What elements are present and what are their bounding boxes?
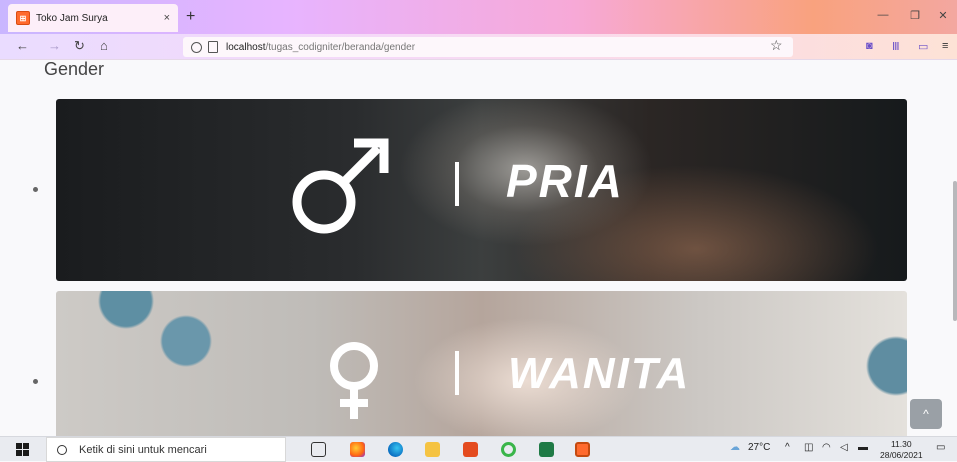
- site-favicon-icon: ⊞: [16, 11, 30, 25]
- menu-icon[interactable]: ≡: [942, 40, 948, 52]
- scroll-to-top-button[interactable]: ^: [910, 399, 942, 429]
- pocket-icon[interactable]: ◙: [866, 40, 873, 52]
- file-explorer-icon[interactable]: [425, 442, 440, 457]
- office-icon[interactable]: [463, 442, 478, 457]
- weather-temperature[interactable]: 27°C: [748, 442, 770, 453]
- battery-icon[interactable]: ▬: [858, 442, 868, 453]
- taskbar-search-field[interactable]: Ketik di sini untuk mencari: [46, 437, 286, 462]
- tab-close-button[interactable]: ×: [164, 12, 170, 24]
- back-arrow-icon[interactable]: ←: [16, 38, 29, 53]
- label-divider: [455, 162, 459, 206]
- url-path: /tugas_codigniter/beranda/gender: [265, 41, 416, 53]
- gender-card-pria[interactable]: PRIA: [56, 99, 907, 281]
- browser-tab-bar: ⊞ Toko Jam Surya × + — ❐ ✕: [0, 0, 957, 34]
- page-scrollbar[interactable]: [953, 181, 957, 321]
- male-symbol-icon: [292, 138, 389, 234]
- network-icon[interactable]: ◠: [822, 442, 831, 453]
- list-bullet: [33, 187, 38, 192]
- task-view-icon[interactable]: [311, 442, 326, 457]
- sidebar-icon[interactable]: ▭: [918, 40, 928, 53]
- address-bar[interactable]: localhost /tugas_codigniter/beranda/gend…: [183, 37, 793, 57]
- gender-label-wanita: WANITA: [508, 349, 691, 398]
- clock-time: 11.30: [890, 439, 912, 449]
- gender-card-wanita[interactable]: WANITA: [56, 291, 907, 436]
- label-divider: [455, 351, 459, 395]
- gender-label-pria: PRIA: [506, 155, 624, 207]
- tab-title: Toko Jam Surya: [36, 12, 108, 24]
- female-symbol-icon: [330, 342, 378, 419]
- close-window-button[interactable]: ✕: [926, 0, 957, 30]
- volume-icon[interactable]: ◁: [840, 442, 848, 453]
- page-content: Gender PRIA WANITA ^: [0, 61, 957, 436]
- windows-taskbar: Ketik di sini untuk mencari ☁ 27°C ^ ◫ ◠…: [0, 436, 957, 462]
- windows-start-icon[interactable]: [16, 443, 29, 456]
- reload-icon[interactable]: ↻: [74, 38, 85, 54]
- xampp-icon[interactable]: [575, 442, 590, 457]
- search-placeholder: Ketik di sini untuk mencari: [79, 443, 207, 456]
- page-info-icon[interactable]: [208, 41, 218, 53]
- home-icon[interactable]: ⌂: [100, 38, 108, 53]
- forward-arrow-icon[interactable]: →: [48, 38, 61, 53]
- browser-nav-bar: ← → ↻ ⌂ localhost /tugas_codigniter/bera…: [0, 34, 957, 60]
- bookmark-star-icon[interactable]: ☆: [770, 37, 783, 54]
- system-clock[interactable]: 11.30 28/06/2021: [880, 439, 923, 461]
- list-bullet: [33, 379, 38, 384]
- circle-app-icon[interactable]: [501, 442, 516, 457]
- browser-tab[interactable]: ⊞ Toko Jam Surya ×: [8, 4, 178, 32]
- clock-date: 28/06/2021: [880, 450, 923, 460]
- new-tab-button[interactable]: +: [186, 8, 195, 26]
- page-title: Gender: [44, 61, 105, 79]
- firefox-icon[interactable]: [350, 442, 365, 457]
- notification-icon[interactable]: ▭: [936, 442, 945, 453]
- edge-icon[interactable]: [388, 442, 403, 457]
- library-icon[interactable]: Ⅲ: [892, 40, 900, 53]
- meet-now-icon[interactable]: ◫: [804, 442, 813, 453]
- tray-chevron-up-icon[interactable]: ^: [785, 442, 790, 453]
- search-icon: [57, 444, 67, 455]
- weather-icon: ☁: [730, 442, 740, 453]
- minimize-button[interactable]: —: [866, 0, 900, 30]
- tracking-shield-icon[interactable]: [191, 41, 202, 53]
- url-host: localhost: [226, 41, 266, 53]
- excel-icon[interactable]: [539, 442, 554, 457]
